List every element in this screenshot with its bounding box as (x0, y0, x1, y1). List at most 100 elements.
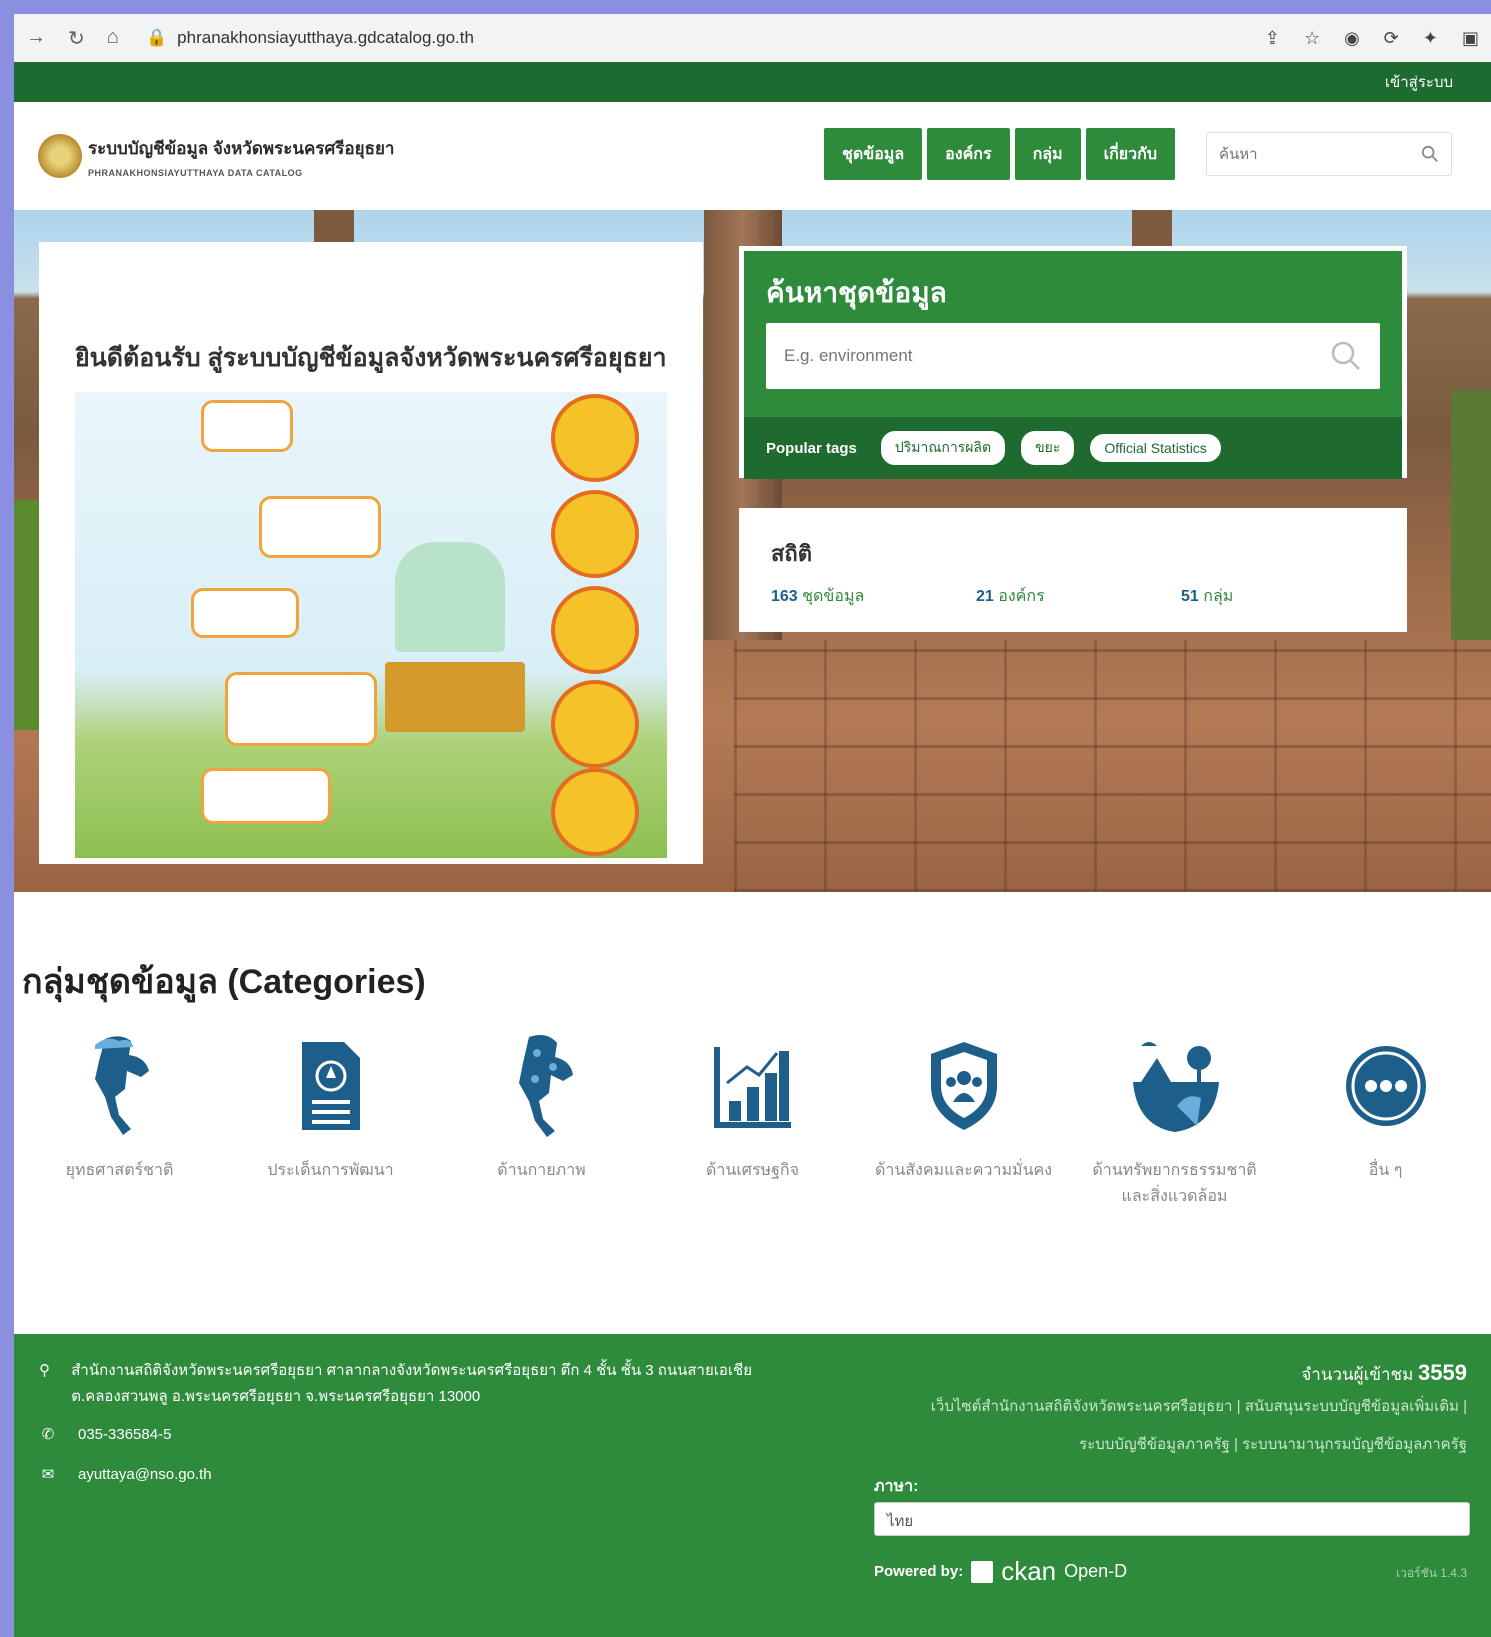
background-grass (1451, 390, 1491, 640)
stat-count: 51 (1181, 588, 1199, 605)
illustration-factory (395, 542, 505, 652)
stat-count: 21 (976, 588, 994, 605)
site-logo[interactable]: ระบบบัญชีข้อมูล จังหวัดพระนครศรีอยุธยา P… (38, 134, 394, 178)
categories-title: กลุ่มชุดข้อมูล (Categories) (22, 963, 426, 1001)
visitor-count: 3559 (1418, 1360, 1467, 1385)
stat-count: 163 (771, 588, 798, 605)
header-search-input[interactable] (1219, 145, 1421, 163)
footer-phone: ✆ 035-336584-5 (38, 1422, 172, 1448)
more-icon (1345, 1046, 1426, 1126)
popular-tags: Popular tags ปริมาณการผลิต ขยะ Official … (744, 417, 1402, 479)
footer-links-2[interactable]: ระบบบัญชีข้อมูลภาครัฐ | ระบบนามานุกรมบัญ… (1079, 1430, 1467, 1460)
bar-chart-icon (713, 1047, 791, 1128)
welcome-illustration (75, 392, 667, 858)
version-text: เวอร์ชัน 1.4.3 (1396, 1566, 1467, 1580)
illustration-disc (551, 490, 639, 578)
email-link[interactable]: ayuttaya@nso.go.th (78, 1462, 212, 1488)
menu-groups[interactable]: กลุ่ม (1014, 128, 1081, 180)
stat-organizations[interactable]: 21 องค์กร (976, 584, 1181, 609)
login-link[interactable]: เข้าสู่ระบบ (1385, 70, 1453, 94)
background-paving (734, 640, 1491, 892)
ckan-logo-text[interactable]: ckan (1001, 1556, 1056, 1587)
menu-organizations[interactable]: องค์กร (927, 128, 1010, 180)
menu-datasets[interactable]: ชุดข้อมูล (824, 128, 923, 180)
illustration-bubble (225, 672, 377, 746)
tag-pill[interactable]: Official Statistics (1088, 432, 1223, 464)
category-others[interactable]: อื่น ๆ (1280, 1026, 1491, 1210)
sync-icon[interactable]: ⟳ (1384, 28, 1399, 49)
search-icon[interactable] (1330, 340, 1362, 372)
stat-groups[interactable]: 51 กลุ่ม (1181, 584, 1386, 609)
camera-icon[interactable]: ◉ (1344, 28, 1360, 49)
category-label: อื่น ๆ (1368, 1162, 1403, 1179)
illustration-disc (551, 768, 639, 856)
browser-window: → ↻ ⌂ 🔒 phranakhonsiayutthaya.gdcatalog.… (14, 14, 1491, 1637)
stats-card: สถิติ 163 ชุดข้อมูล 21 องค์กร 51 กลุ่ม (739, 508, 1407, 632)
menu-about[interactable]: เกี่ยวกับ (1085, 128, 1175, 180)
address-text: สำนักงานสถิติจังหวัดพระนครศรีอยุธยา ศาลา… (71, 1362, 753, 1405)
powered-by: Powered by: ckan Open-D (874, 1556, 1127, 1587)
site-header: ระบบบัญชีข้อมูล จังหวัดพระนครศรีอยุธยา P… (14, 102, 1491, 210)
site-footer: ⚲ สำนักงานสถิติจังหวัดพระนครศรีอยุธยา ศา… (14, 1334, 1491, 1637)
shield-people-icon (930, 1042, 997, 1130)
dataset-search-panel: ค้นหาชุดข้อมูล Popular tags ปริมาณการผลิ… (739, 246, 1407, 479)
phone-icon: ✆ (41, 1426, 55, 1443)
category-label: ประเด็นการพัฒนา (267, 1162, 394, 1179)
popular-tags-label: Popular tags (766, 439, 857, 457)
visitor-counter: จำนวนผู้เข้าชม 3559 (1301, 1360, 1467, 1388)
search-title: ค้นหาชุดข้อมูล (766, 277, 947, 308)
stat-datasets[interactable]: 163 ชุดข้อมูล (771, 584, 976, 609)
stat-label: ชุดข้อมูล (802, 588, 865, 605)
thailand-map-icon (94, 1036, 149, 1135)
illustration-disc (551, 680, 639, 768)
star-icon[interactable]: ☆ (1304, 28, 1320, 49)
categories-list: ยุทธศาสตร์ชาติ ประเด็นการพัฒนา ด้านกายภา… (14, 1026, 1491, 1210)
language-select[interactable]: ไทย (874, 1502, 1470, 1536)
language-value: ไทย (887, 1513, 914, 1530)
category-label: ด้านกายภาพ (497, 1162, 586, 1179)
header-search (1206, 132, 1452, 176)
tag-pill[interactable]: ปริมาณการผลิต (878, 429, 1008, 467)
background-ruin (1132, 210, 1172, 250)
language-label: ภาษา: (874, 1478, 919, 1495)
map-marker-icon: ⚲ (39, 1362, 51, 1379)
home-icon[interactable]: ⌂ (107, 26, 119, 51)
category-environment[interactable]: ด้านทรัพยากรธรรมชาติและสิ่งแวดล้อม (1069, 1026, 1280, 1210)
stats-title: สถิติ (771, 541, 813, 566)
sidepanel-icon[interactable]: ▣ (1462, 28, 1479, 49)
visitor-label: จำนวนผู้เข้าชม (1301, 1365, 1414, 1384)
envelope-icon: ✉ (41, 1466, 55, 1483)
welcome-card: ยินดีต้อนรับ สู่ระบบบัญชีข้อมูลจังหวัดพร… (39, 242, 703, 864)
share-icon[interactable]: ⇪ (1265, 28, 1280, 49)
reload-icon[interactable]: ↻ (68, 26, 85, 51)
tag-pill[interactable]: ขยะ (1019, 429, 1077, 467)
site-subtitle: PHRANAKHONSIAYUTTHAYA DATA CATALOG (88, 167, 303, 178)
stat-label: องค์กร (998, 588, 1045, 605)
illustration-bubble (201, 400, 293, 452)
dataset-search-input[interactable] (784, 346, 1330, 366)
illustration-factory-base (385, 662, 525, 732)
category-label: ยุทธศาสตร์ชาติ (65, 1162, 174, 1179)
category-label: ด้านเศรษฐกิจ (706, 1162, 799, 1179)
ckan-logo-icon[interactable] (971, 1560, 994, 1583)
search-icon[interactable] (1421, 145, 1439, 163)
welcome-title: ยินดีต้อนรับ สู่ระบบบัญชีข้อมูลจังหวัดพร… (75, 344, 667, 372)
main-menu: ชุดข้อมูล องค์กร กลุ่ม เกี่ยวกับ (824, 128, 1175, 180)
category-society-security[interactable]: ด้านสังคมและความมั่นคง (858, 1026, 1069, 1210)
extensions-icon[interactable]: ✦ (1423, 28, 1438, 49)
document-icon (301, 1042, 360, 1130)
address-bar[interactable]: 🔒 phranakhonsiayutthaya.gdcatalog.go.th (146, 28, 1265, 48)
category-development-issues[interactable]: ประเด็นการพัฒนา (225, 1026, 436, 1210)
footer-links-1[interactable]: เว็บไซต์สำนักงานสถิติจังหวัดพระนครศรีอยุ… (931, 1392, 1467, 1422)
lock-icon: 🔒 (146, 28, 168, 47)
browser-toolbar: → ↻ ⌂ 🔒 phranakhonsiayutthaya.gdcatalog.… (14, 14, 1491, 62)
category-physical[interactable]: ด้านกายภาพ (436, 1026, 647, 1210)
category-economy[interactable]: ด้านเศรษฐกิจ (647, 1026, 858, 1210)
illustration-disc (551, 586, 639, 674)
footer-email: ✉ ayuttaya@nso.go.th (38, 1462, 212, 1488)
url-text: phranakhonsiayutthaya.gdcatalog.go.th (177, 28, 474, 47)
category-national-strategy[interactable]: ยุทธศาสตร์ชาติ (14, 1026, 225, 1210)
forward-icon[interactable]: → (26, 26, 46, 51)
opend-logo[interactable]: Open-D (1064, 1561, 1127, 1582)
powered-label: Powered by: (874, 1563, 964, 1580)
